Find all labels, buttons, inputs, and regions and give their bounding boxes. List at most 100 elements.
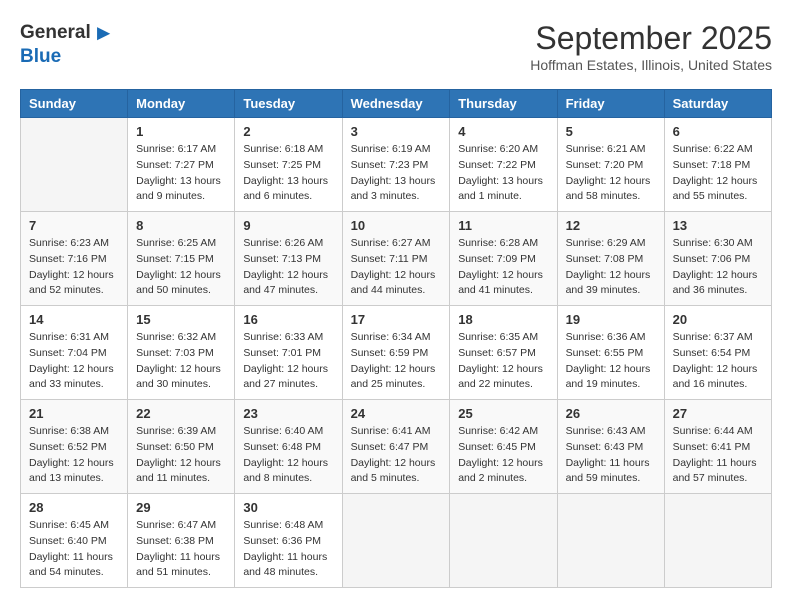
day-info: Sunrise: 6:33 AMSunset: 7:01 PMDaylight:… (243, 330, 333, 393)
calendar-header-thursday: Thursday (450, 90, 557, 118)
day-number: 23 (243, 406, 333, 421)
day-info: Sunrise: 6:17 AMSunset: 7:27 PMDaylight:… (136, 142, 226, 205)
day-number: 17 (351, 312, 442, 327)
day-info: Sunrise: 6:18 AMSunset: 7:25 PMDaylight:… (243, 142, 333, 205)
day-info: Sunrise: 6:31 AMSunset: 7:04 PMDaylight:… (29, 330, 119, 393)
day-number: 25 (458, 406, 548, 421)
day-info: Sunrise: 6:29 AMSunset: 7:08 PMDaylight:… (566, 236, 656, 299)
calendar-cell (21, 118, 128, 212)
calendar-header-wednesday: Wednesday (342, 90, 450, 118)
day-info: Sunrise: 6:32 AMSunset: 7:03 PMDaylight:… (136, 330, 226, 393)
day-info: Sunrise: 6:38 AMSunset: 6:52 PMDaylight:… (29, 424, 119, 487)
day-number: 19 (566, 312, 656, 327)
calendar-cell: 10 Sunrise: 6:27 AMSunset: 7:11 PMDayligh… (342, 212, 450, 306)
day-number: 21 (29, 406, 119, 421)
day-number: 8 (136, 218, 226, 233)
day-number: 20 (673, 312, 763, 327)
day-number: 27 (673, 406, 763, 421)
day-number: 7 (29, 218, 119, 233)
calendar-cell: 6 Sunrise: 6:22 AMSunset: 7:18 PMDaylight… (664, 118, 771, 212)
day-number: 30 (243, 500, 333, 515)
day-info: Sunrise: 6:19 AMSunset: 7:23 PMDaylight:… (351, 142, 442, 205)
day-number: 12 (566, 218, 656, 233)
calendar-cell: 12 Sunrise: 6:29 AMSunset: 7:08 PMDayligh… (557, 212, 664, 306)
day-info: Sunrise: 6:23 AMSunset: 7:16 PMDaylight:… (29, 236, 119, 299)
day-info: Sunrise: 6:40 AMSunset: 6:48 PMDaylight:… (243, 424, 333, 487)
logo-blue-text: Blue (20, 46, 61, 67)
calendar-week-5: 28 Sunrise: 6:45 AMSunset: 6:40 PMDayligh… (21, 494, 772, 588)
calendar-week-4: 21 Sunrise: 6:38 AMSunset: 6:52 PMDayligh… (21, 400, 772, 494)
calendar-cell: 30 Sunrise: 6:48 AMSunset: 6:36 PMDayligh… (235, 494, 342, 588)
day-info: Sunrise: 6:45 AMSunset: 6:40 PMDaylight:… (29, 518, 119, 581)
calendar-cell: 13 Sunrise: 6:30 AMSunset: 7:06 PMDayligh… (664, 212, 771, 306)
calendar-cell: 17Sunrise: 6:34 AMSunset: 6:59 PMDayligh… (342, 306, 450, 400)
calendar-cell: 3 Sunrise: 6:19 AMSunset: 7:23 PMDaylight… (342, 118, 450, 212)
day-number: 14 (29, 312, 119, 327)
calendar-cell: 18 Sunrise: 6:35 AMSunset: 6:57 PMDayligh… (450, 306, 557, 400)
calendar-header-monday: Monday (128, 90, 235, 118)
day-number: 5 (566, 124, 656, 139)
day-number: 6 (673, 124, 763, 139)
calendar-week-3: 14 Sunrise: 6:31 AMSunset: 7:04 PMDayligh… (21, 306, 772, 400)
calendar-cell (664, 494, 771, 588)
day-info: Sunrise: 6:25 AMSunset: 7:15 PMDaylight:… (136, 236, 226, 299)
day-number: 28 (29, 500, 119, 515)
calendar-cell: 11 Sunrise: 6:28 AMSunset: 7:09 PMDayligh… (450, 212, 557, 306)
day-number: 22 (136, 406, 226, 421)
calendar-cell: 28 Sunrise: 6:45 AMSunset: 6:40 PMDayligh… (21, 494, 128, 588)
calendar-cell: 7 Sunrise: 6:23 AMSunset: 7:16 PMDaylight… (21, 212, 128, 306)
calendar-cell: 22 Sunrise: 6:39 AMSunset: 6:50 PMDayligh… (128, 400, 235, 494)
day-number: 24 (351, 406, 442, 421)
day-info: Sunrise: 6:26 AMSunset: 7:13 PMDaylight:… (243, 236, 333, 299)
day-info: Sunrise: 6:35 AMSunset: 6:57 PMDaylight:… (458, 330, 548, 393)
month-title: September 2025 (530, 20, 772, 57)
logo-blue-row: Blue (20, 46, 61, 68)
day-number: 13 (673, 218, 763, 233)
calendar-header-sunday: Sunday (21, 90, 128, 118)
day-info: Sunrise: 6:27 AMSunset: 7:11 PMDaylight:… (351, 236, 442, 299)
logo: General ► Blue (20, 20, 115, 68)
day-number: 10 (351, 218, 442, 233)
day-number: 11 (458, 218, 548, 233)
day-number: 26 (566, 406, 656, 421)
day-info: Sunrise: 6:21 AMSunset: 7:20 PMDaylight:… (566, 142, 656, 205)
calendar-cell: 8 Sunrise: 6:25 AMSunset: 7:15 PMDaylight… (128, 212, 235, 306)
day-info: Sunrise: 6:28 AMSunset: 7:09 PMDaylight:… (458, 236, 548, 299)
calendar-cell: 21 Sunrise: 6:38 AMSunset: 6:52 PMDayligh… (21, 400, 128, 494)
day-number: 15 (136, 312, 226, 327)
calendar-header-row: SundayMondayTuesdayWednesdayThursdayFrid… (21, 90, 772, 118)
day-info: Sunrise: 6:22 AMSunset: 7:18 PMDaylight:… (673, 142, 763, 205)
day-number: 18 (458, 312, 548, 327)
calendar-cell: 4 Sunrise: 6:20 AMSunset: 7:22 PMDaylight… (450, 118, 557, 212)
calendar-week-2: 7 Sunrise: 6:23 AMSunset: 7:16 PMDaylight… (21, 212, 772, 306)
calendar-cell: 16 Sunrise: 6:33 AMSunset: 7:01 PMDayligh… (235, 306, 342, 400)
day-info: Sunrise: 6:37 AMSunset: 6:54 PMDaylight:… (673, 330, 763, 393)
calendar-cell: 29Sunrise: 6:47 AMSunset: 6:38 PMDayligh… (128, 494, 235, 588)
day-number: 1 (136, 124, 226, 139)
logo-wrapper: General ► (20, 20, 115, 46)
day-info: Sunrise: 6:41 AMSunset: 6:47 PMDaylight:… (351, 424, 442, 487)
calendar-cell: 14 Sunrise: 6:31 AMSunset: 7:04 PMDayligh… (21, 306, 128, 400)
calendar-cell: 20 Sunrise: 6:37 AMSunset: 6:54 PMDayligh… (664, 306, 771, 400)
calendar-cell: 26Sunrise: 6:43 AMSunset: 6:43 PMDayligh… (557, 400, 664, 494)
day-info: Sunrise: 6:30 AMSunset: 7:06 PMDaylight:… (673, 236, 763, 299)
day-number: 2 (243, 124, 333, 139)
day-info: Sunrise: 6:36 AMSunset: 6:55 PMDaylight:… (566, 330, 656, 393)
day-number: 16 (243, 312, 333, 327)
day-info: Sunrise: 6:39 AMSunset: 6:50 PMDaylight:… (136, 424, 226, 487)
calendar-header-friday: Friday (557, 90, 664, 118)
day-number: 9 (243, 218, 333, 233)
calendar-cell: 19 Sunrise: 6:36 AMSunset: 6:55 PMDayligh… (557, 306, 664, 400)
calendar-cell: 9 Sunrise: 6:26 AMSunset: 7:13 PMDaylight… (235, 212, 342, 306)
calendar-cell (557, 494, 664, 588)
day-info: Sunrise: 6:48 AMSunset: 6:36 PMDaylight:… (243, 518, 333, 581)
logo-bird-icon: ► (93, 20, 115, 46)
day-number: 4 (458, 124, 548, 139)
location-title: Hoffman Estates, Illinois, United States (530, 57, 772, 73)
day-number: 3 (351, 124, 442, 139)
day-info: Sunrise: 6:44 AMSunset: 6:41 PMDaylight:… (673, 424, 763, 487)
day-info: Sunrise: 6:20 AMSunset: 7:22 PMDaylight:… (458, 142, 548, 205)
page-header: General ► Blue September 2025 Hoffman Es… (20, 20, 772, 73)
calendar-header-tuesday: Tuesday (235, 90, 342, 118)
calendar-week-1: 1 Sunrise: 6:17 AMSunset: 7:27 PMDaylight… (21, 118, 772, 212)
